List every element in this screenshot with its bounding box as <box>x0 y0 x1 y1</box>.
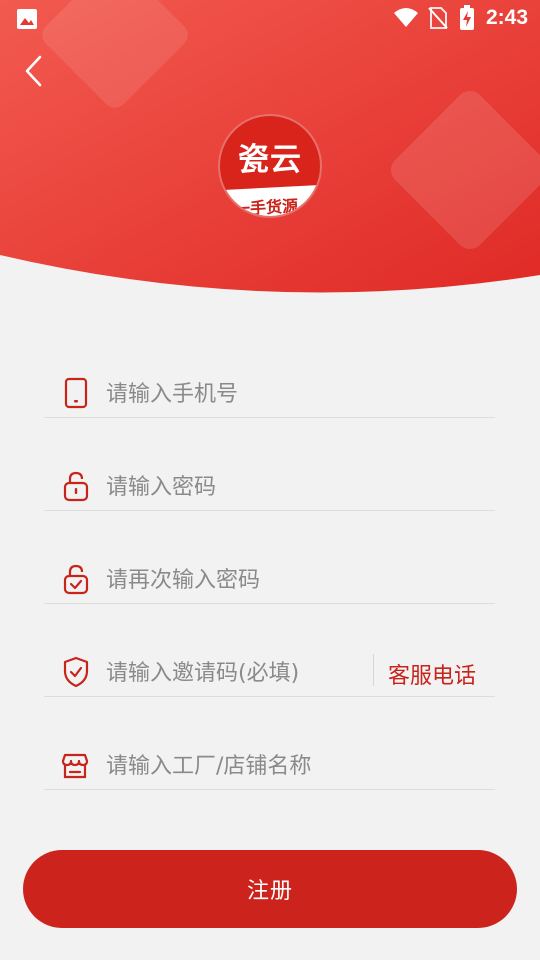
store-icon <box>61 753 89 779</box>
shield-check-icon <box>63 656 89 688</box>
status-time: 2:43 <box>485 6 528 29</box>
confirm-password-input[interactable] <box>106 563 476 597</box>
logo-sub-text: 一手货源 <box>233 196 299 218</box>
phone-input[interactable] <box>106 377 476 411</box>
invite-code-input[interactable] <box>106 656 361 690</box>
app-logo: 瓷云 一手货源 <box>218 114 322 218</box>
confirm-password-field <box>44 563 495 604</box>
shop-name-field <box>44 749 495 790</box>
phone-field <box>44 377 495 418</box>
header-banner: 2:43 瓷云 一手货源 <box>0 0 540 300</box>
register-button[interactable]: 注册 <box>23 850 517 928</box>
password-field <box>44 470 495 511</box>
customer-service-link[interactable]: 客服电话 <box>388 658 476 690</box>
password-input[interactable] <box>106 470 476 504</box>
shop-name-input[interactable] <box>106 749 476 783</box>
status-bar: 2:43 <box>0 0 540 36</box>
wifi-icon <box>394 8 418 27</box>
field-divider <box>373 654 374 686</box>
chevron-left-icon <box>25 55 42 87</box>
image-icon <box>17 9 37 29</box>
lock-icon <box>63 471 89 502</box>
no-sim-icon <box>428 7 448 29</box>
invite-code-field: 客服电话 <box>44 654 495 697</box>
back-button[interactable] <box>18 52 52 90</box>
lock-check-icon <box>63 564 89 595</box>
battery-charging-icon <box>460 5 474 30</box>
logo-main-text: 瓷云 <box>238 142 302 178</box>
phone-icon <box>64 377 88 409</box>
